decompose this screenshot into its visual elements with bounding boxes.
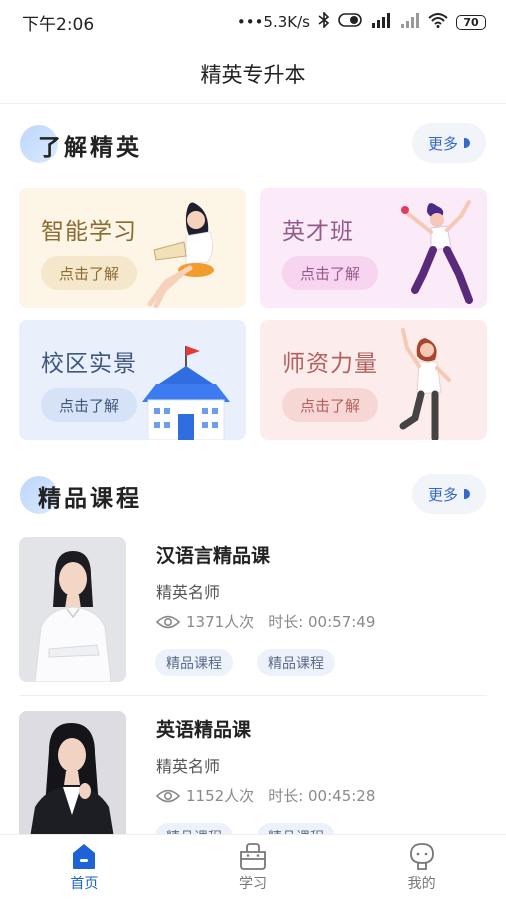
course-item[interactable]: 汉语言精品课 精英名师 1371人次 时长: 00:57:49 精品课程 精品课… [0, 537, 506, 697]
course-teacher: 精英名师 [156, 757, 221, 776]
study-icon [240, 843, 266, 870]
toggle-icon [338, 13, 362, 31]
more-label: 更多 [427, 134, 458, 153]
view-count: 1371人次 [186, 613, 255, 631]
bottom-tab-bar: 首页 学习 我的 [0, 834, 506, 900]
card-learn-more-button[interactable]: 点击了解 [41, 388, 137, 422]
course-duration: 时长: 00:45:28 [268, 787, 376, 805]
courses-section-header: 精品课程 更多 [0, 470, 506, 520]
status-bar: 下午2:06 •••5.3K/s 70 [0, 0, 506, 44]
course-title: 英语精品课 [156, 719, 252, 741]
jumping-student-illustration [401, 200, 473, 304]
page-title: 精英专升本 [200, 62, 306, 87]
network-speed: •••5.3K/s [236, 13, 310, 31]
about-more-button[interactable]: 更多 [412, 123, 486, 163]
wifi-icon [428, 12, 448, 32]
bluetooth-icon [318, 11, 330, 32]
card-faculty[interactable]: 师资力量 点击了解 [260, 320, 487, 440]
tab-label: 学习 [239, 876, 267, 892]
eye-icon [156, 789, 180, 802]
card-title: 师资力量 [282, 351, 378, 377]
courses-more-button[interactable]: 更多 [412, 474, 486, 514]
profile-icon [409, 843, 434, 870]
course-meta: 1371人次 时长: 00:57:49 [156, 611, 375, 632]
card-elite-class[interactable]: 英才班 点击了解 [260, 188, 487, 308]
card-learn-more-button[interactable]: 点击了解 [282, 388, 378, 422]
signal-hd-icon [370, 12, 392, 32]
battery-icon: 70 [456, 14, 486, 30]
course-teacher-photo [19, 537, 126, 682]
eye-icon [156, 615, 180, 628]
about-section-header: 了解精英 更多 [0, 119, 506, 169]
card-campus-view[interactable]: 校区实景 点击了解 [19, 320, 246, 440]
section-title-courses: 精品课程 [38, 486, 142, 512]
card-smart-learning[interactable]: 智能学习 点击了解 [19, 188, 246, 308]
tab-label: 我的 [407, 876, 436, 892]
card-title: 英才班 [282, 219, 354, 245]
card-title: 智能学习 [41, 219, 137, 245]
card-title: 校区实景 [41, 351, 137, 377]
section-title-about: 了解精英 [38, 135, 142, 161]
card-learn-more-button[interactable]: 点击了解 [41, 256, 137, 290]
app-header: 精英专升本 [0, 44, 506, 104]
reading-girl-illustration [147, 202, 214, 308]
course-duration: 时长: 00:57:49 [268, 613, 376, 631]
tab-label: 首页 [70, 876, 99, 892]
course-tag: 精品课程 [155, 649, 233, 676]
course-tag: 精品课程 [257, 649, 335, 676]
course-teacher: 精英名师 [156, 583, 221, 602]
teacher-illustration [399, 328, 451, 440]
tab-profile[interactable]: 我的 [337, 835, 506, 900]
card-learn-more-button[interactable]: 点击了解 [282, 256, 378, 290]
view-count: 1152人次 [186, 787, 255, 805]
tab-study[interactable]: 学习 [169, 835, 338, 900]
status-time: 下午2:06 [22, 14, 95, 35]
signal-icon [400, 12, 420, 32]
divider [19, 695, 487, 696]
arrow-right-icon [464, 138, 470, 148]
course-meta: 1152人次 时长: 00:45:28 [156, 785, 375, 806]
status-indicators: •••5.3K/s 70 [236, 11, 486, 32]
arrow-right-icon [464, 489, 470, 499]
home-icon [73, 844, 96, 869]
more-label: 更多 [427, 485, 458, 504]
school-building-illustration [142, 346, 230, 440]
course-title: 汉语言精品课 [156, 545, 271, 567]
tab-home[interactable]: 首页 [0, 835, 169, 900]
